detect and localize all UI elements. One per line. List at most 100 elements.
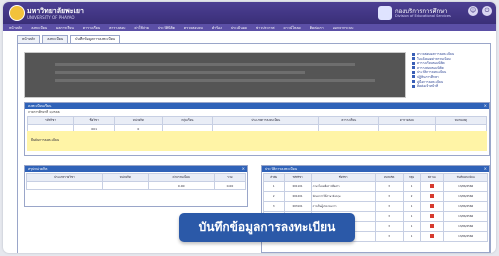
column-header: ตารางเรียน xyxy=(318,116,380,125)
table-cell: 1 xyxy=(402,211,421,222)
table-cell: 2 xyxy=(402,191,421,202)
side-link[interactable]: ติดต่อเจ้าหน้าที่ xyxy=(412,84,488,89)
banner-text-line xyxy=(55,71,305,74)
menu-item[interactable]: ข่าวประกาศ xyxy=(256,25,275,31)
side-links: ตรวจสอบผลการลงทะเบียน ใบแจ้งยอดค่าธรรมเน… xyxy=(412,52,488,89)
table-cell: ภาษาไทยเพื่อการสื่อสาร xyxy=(310,181,376,192)
confirm-registration-link[interactable]: ยืนยันการลงทะเบียน xyxy=(31,138,59,143)
table-cell: 13/06/2566 xyxy=(443,211,488,222)
menu-item[interactable]: ค่าใช้จ่าย xyxy=(134,25,148,31)
close-icon[interactable]: × xyxy=(484,166,487,172)
table-row: 0.00 0.00 xyxy=(26,181,247,190)
column-header: ลำดับ xyxy=(263,173,285,182)
table-row[interactable]: 3 003101 การเป็นผู้ประกอบการ 3 1 13/06/2… xyxy=(263,201,488,212)
menu-item[interactable]: หน้าหลัก xyxy=(9,25,22,31)
column-header: ตารางสอบ xyxy=(378,116,436,125)
close-icon[interactable]: × xyxy=(242,166,245,172)
division-name-en: Division of Educational Services xyxy=(395,14,451,18)
table-row[interactable]: 1 001101 ภาษาไทยเพื่อการสื่อสาร 3 1 13/0… xyxy=(263,181,488,192)
table-cell: 3 xyxy=(374,201,404,212)
menu-item[interactable]: ตารางเรียน xyxy=(83,25,100,31)
announcement-banner xyxy=(24,52,406,98)
credit-summary-panel: สรุปหน่วยกิต × ประเภทรายวิชา หน่วยกิต ค่… xyxy=(24,165,248,207)
table-cell: 001101 xyxy=(283,181,312,192)
column-header: รหัสวิชา xyxy=(26,116,75,125)
column-header: กลุ่ม xyxy=(402,173,421,182)
column-header: ค่าธรรมเนียม xyxy=(147,173,215,182)
tab-record-registration[interactable]: บันทึกข้อมูลการลงทะเบียน xyxy=(70,35,121,43)
table-cell: 0.00 xyxy=(213,181,247,190)
table-cell: 3 xyxy=(374,231,404,242)
table-cell: 13/06/2566 xyxy=(443,191,488,202)
column-header: วันที่ลงทะเบียน xyxy=(443,173,488,182)
table-row[interactable]: 2 001201 ทักษะการใช้ภาษาอังกฤษ 3 2 13/06… xyxy=(263,191,488,202)
registration-title: ลงทะเบียนเรียน xyxy=(28,104,52,108)
menu-item[interactable]: ตรวจสอบจบ xyxy=(184,25,203,31)
tab-bar: หน้าหลัก ลงทะเบียน บันทึกข้อมูลการลงทะเบ… xyxy=(17,35,122,43)
table-cell: 1 xyxy=(402,201,421,212)
menu-item[interactable]: ดาวน์โหลด xyxy=(284,25,301,31)
registration-note: ภาคการศึกษาที่ 1/2566 xyxy=(28,110,60,114)
confirm-area: ยืนยันการลงทะเบียน xyxy=(27,131,487,151)
table-cell: 13/06/2566 xyxy=(443,231,488,242)
pdf-icon[interactable] xyxy=(429,204,434,208)
menu-item[interactable]: ลงทะเบียน xyxy=(31,25,47,31)
pdf-icon[interactable] xyxy=(429,194,434,198)
tab-register[interactable]: ลงทะเบียน xyxy=(42,35,69,43)
table-cell: ทักษะการใช้ภาษาอังกฤษ xyxy=(310,191,376,202)
division-brand: กองบริการการศึกษา Division of Educationa… xyxy=(378,5,456,21)
menu-item[interactable]: ประเมินผล xyxy=(231,25,247,31)
pdf-icon[interactable] xyxy=(429,184,434,188)
credit-summary-table: ประเภทรายวิชา หน่วยกิต ค่าธรรมเนียม รวม … xyxy=(26,173,247,190)
tab-home[interactable]: หน้าหลัก xyxy=(17,35,41,43)
pdf-icon[interactable] xyxy=(429,234,434,238)
table-cell xyxy=(26,181,103,190)
university-name-en: UNIVERSITY OF PHAYAO xyxy=(27,15,75,20)
table-cell: 13/06/2566 xyxy=(443,181,488,192)
menu-item[interactable]: ติดต่อเรา xyxy=(310,25,324,31)
main-menu: หน้าหลัก ลงทะเบียน ผลการเรียน ตารางเรียน… xyxy=(3,24,496,31)
university-logo xyxy=(9,5,25,21)
table-cell: 003101 xyxy=(283,201,312,212)
table-cell: 3 xyxy=(263,201,285,212)
menu-item[interactable]: คำร้อง xyxy=(212,25,222,31)
table-cell: 3 xyxy=(374,191,404,202)
column-header: สถานะ xyxy=(419,173,445,182)
caption-banner: บันทึกข้อมูลการลงทะเบียน xyxy=(179,213,355,242)
top-header: มหาวิทยาลัยพะเยา UNIVERSITY OF PHAYAO กอ… xyxy=(3,2,496,24)
credit-summary-title: สรุปหน่วยกิต xyxy=(28,167,48,171)
table-cell: 13/06/2566 xyxy=(443,221,488,232)
pdf-icon[interactable] xyxy=(429,214,434,218)
status-cell xyxy=(419,201,445,212)
close-icon[interactable]: × xyxy=(484,103,487,109)
table-cell: 13/06/2566 xyxy=(443,201,488,212)
column-header: ชื่อวิชา xyxy=(310,173,376,182)
menu-item[interactable]: ประวัตินิสิต xyxy=(158,25,175,31)
menu-item[interactable]: ตารางสอบ xyxy=(109,25,125,31)
user-icon[interactable]: ☺ xyxy=(468,6,478,16)
table-cell: 1 xyxy=(402,221,421,232)
credit-summary-header: สรุปหน่วยกิต × xyxy=(25,166,247,172)
column-header: ชื่อวิชา xyxy=(73,116,116,125)
column-header: หมายเหตุ xyxy=(434,116,488,125)
column-header: หน่วยกิต xyxy=(374,173,404,182)
menu-item[interactable]: ผลการเรียน xyxy=(56,25,74,31)
banner-text-line xyxy=(55,63,355,66)
status-cell xyxy=(419,231,445,242)
menu-item[interactable]: ออกจากระบบ xyxy=(333,25,354,31)
registration-panel: ลงทะเบียนเรียน × ภาคการศึกษาที่ 1/2566 ร… xyxy=(24,102,490,156)
table-cell: 3 xyxy=(374,221,404,232)
column-header: ประเภทรายวิชา xyxy=(26,173,103,182)
history-title: ประวัติการลงทะเบียน xyxy=(265,167,298,171)
column-header: กลุ่มเรียน xyxy=(161,116,214,125)
pdf-icon[interactable] xyxy=(429,224,434,228)
history-panel-header: ประวัติการลงทะเบียน × xyxy=(262,166,489,172)
status-cell xyxy=(419,211,445,222)
registration-panel-header: ลงทะเบียนเรียน × xyxy=(25,103,489,109)
column-header: ประเภทการลงทะเบียน xyxy=(212,116,320,125)
table-cell: 3 xyxy=(374,211,404,222)
logout-icon[interactable]: ⏻ xyxy=(482,6,492,16)
status-cell xyxy=(419,181,445,192)
table-cell: 001201 xyxy=(283,191,312,202)
table-cell: 3 xyxy=(374,181,404,192)
